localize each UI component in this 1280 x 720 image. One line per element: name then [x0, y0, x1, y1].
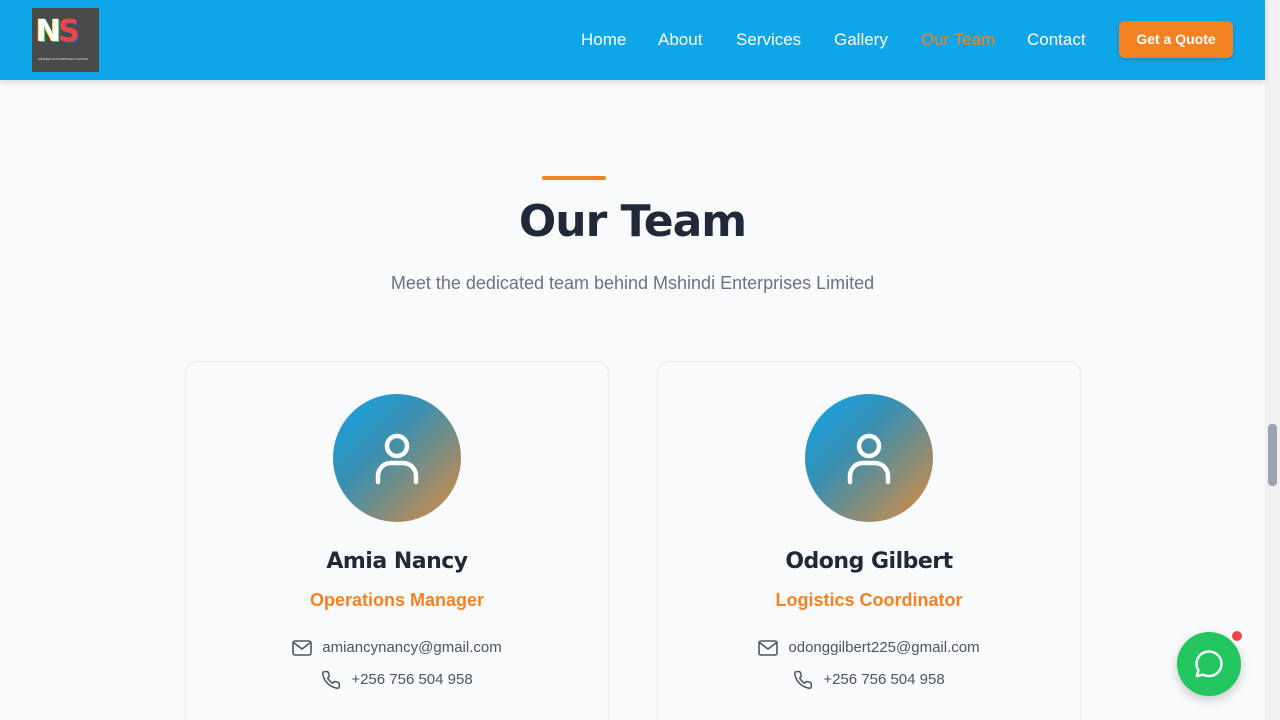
page-scrollbar-track[interactable] — [1265, 0, 1280, 720]
whatsapp-icon — [1195, 650, 1223, 678]
member-avatar — [333, 394, 461, 522]
member-email-row[interactable]: odonggilbert225@gmail.com — [658, 638, 1080, 658]
site-logo[interactable]: NS MSHINDI ENTERPRISES LIMITED — [32, 8, 99, 72]
nav-link-our-team[interactable]: Our Team — [921, 30, 995, 50]
member-phone-row[interactable]: +256 756 504 958 — [186, 670, 608, 690]
member-phone-row[interactable]: +256 756 504 958 — [658, 670, 1080, 690]
member-email[interactable]: amiancynancy@gmail.com — [322, 639, 501, 656]
page-scrollbar-thumb[interactable] — [1268, 424, 1277, 486]
member-phone[interactable]: +256 756 504 958 — [823, 671, 944, 688]
member-name: Odong Gilbert — [785, 549, 953, 574]
phone-icon — [322, 670, 341, 690]
section-subtitle: Meet the dedicated team behind Mshindi E… — [390, 273, 875, 293]
team-member-card: Odong Gilbert Logistics Coordinator odon… — [657, 361, 1081, 720]
user-icon — [375, 433, 419, 485]
section-title-accent-bar — [542, 176, 606, 180]
whatsapp-chat-button[interactable] — [1177, 632, 1241, 696]
member-email-row[interactable]: amiancynancy@gmail.com — [186, 638, 608, 658]
get-a-quote-button[interactable]: Get a Quote — [1119, 21, 1233, 58]
mail-icon — [292, 640, 313, 656]
member-role: Logistics Coordinator — [775, 590, 963, 610]
mail-icon — [758, 640, 779, 656]
nav-link-gallery[interactable]: Gallery — [834, 30, 888, 50]
notification-dot — [1230, 629, 1244, 643]
site-header: NS MSHINDI ENTERPRISES LIMITED Home Abou… — [0, 0, 1265, 80]
member-avatar — [805, 394, 933, 522]
nav-link-contact[interactable]: Contact — [1027, 30, 1086, 50]
nav-link-about[interactable]: About — [658, 30, 702, 50]
logo-text: MSHINDI ENTERPRISES LIMITED — [38, 57, 89, 61]
member-role: Operations Manager — [309, 590, 485, 610]
nav-link-services[interactable]: Services — [736, 30, 801, 50]
team-member-card: Amia Nancy Operations Manager amiancynan… — [185, 361, 609, 720]
nav-link-home[interactable]: Home — [581, 30, 626, 50]
member-email[interactable]: odonggilbert225@gmail.com — [788, 639, 979, 656]
member-phone[interactable]: +256 756 504 958 — [351, 671, 472, 688]
user-icon — [847, 433, 891, 485]
member-name: Amia Nancy — [326, 549, 468, 574]
section-title: Our Team — [518, 196, 747, 247]
phone-icon — [794, 670, 813, 690]
logo-icon: NS — [36, 14, 80, 49]
